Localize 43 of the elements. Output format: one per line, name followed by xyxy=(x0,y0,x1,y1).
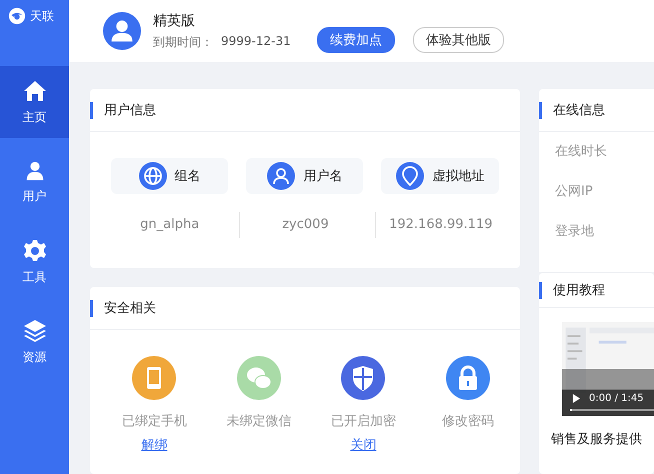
card-title: 用户信息 xyxy=(90,102,156,118)
security-label: 已开启加密 xyxy=(330,413,396,430)
nav-item[interactable]: 资源 xyxy=(0,306,69,378)
phone-icon[interactable] xyxy=(132,356,176,400)
nav-item[interactable]: 工具 xyxy=(0,226,69,298)
info-label: 在线时长 xyxy=(554,143,608,161)
shield-icon[interactable] xyxy=(341,356,386,400)
field-value: gn_alpha xyxy=(139,216,200,234)
field-label: 虚拟地址 xyxy=(381,158,500,194)
security-label: 修改密码 xyxy=(442,413,494,430)
layers-icon xyxy=(22,318,46,342)
security-label: 未绑定微信 xyxy=(226,413,292,430)
nav-item[interactable]: 主页 xyxy=(0,66,69,138)
security-label: 已绑定手机 xyxy=(122,413,187,430)
brand-name: 天联 xyxy=(30,8,54,25)
logo-icon xyxy=(8,7,26,25)
user-icon xyxy=(267,162,296,190)
security-link[interactable]: 关闭 xyxy=(350,436,376,454)
trial-button[interactable]: 体验其他版 xyxy=(412,27,504,53)
plan-name: 精英版 xyxy=(153,12,196,30)
card-title: 在线信息 xyxy=(539,102,605,118)
globe-icon xyxy=(138,162,167,190)
field-value: 192.168.99.119 xyxy=(374,212,506,238)
avatar-icon xyxy=(103,12,141,50)
info-label: 公网IP xyxy=(554,183,594,201)
lock-icon[interactable] xyxy=(446,356,490,400)
expiry-label: 到期时间： xyxy=(153,34,213,50)
video-time: 0:00 / 1:45 xyxy=(589,393,644,404)
renew-button[interactable]: 续费加点 xyxy=(316,27,395,53)
home-icon xyxy=(22,78,46,102)
card-title: 安全相关 xyxy=(90,300,156,316)
info-label: 登录地 xyxy=(554,223,595,241)
card-title: 使用教程 xyxy=(539,282,605,298)
field-value: zyc009 xyxy=(239,212,370,238)
settings-icon xyxy=(22,238,46,262)
nav-item[interactable]: 用户 xyxy=(0,146,69,218)
expiry-date: 9999-12-31 xyxy=(221,34,291,50)
field-label: 组名 xyxy=(111,158,228,194)
tutorial-caption: 销售及服务提供 xyxy=(551,431,643,448)
video-player[interactable]: 0:00 / 1:45 xyxy=(562,322,654,416)
security-link[interactable]: 解绑 xyxy=(141,436,168,454)
location-pin-icon xyxy=(396,162,424,190)
field-label: 用户名 xyxy=(246,158,364,194)
